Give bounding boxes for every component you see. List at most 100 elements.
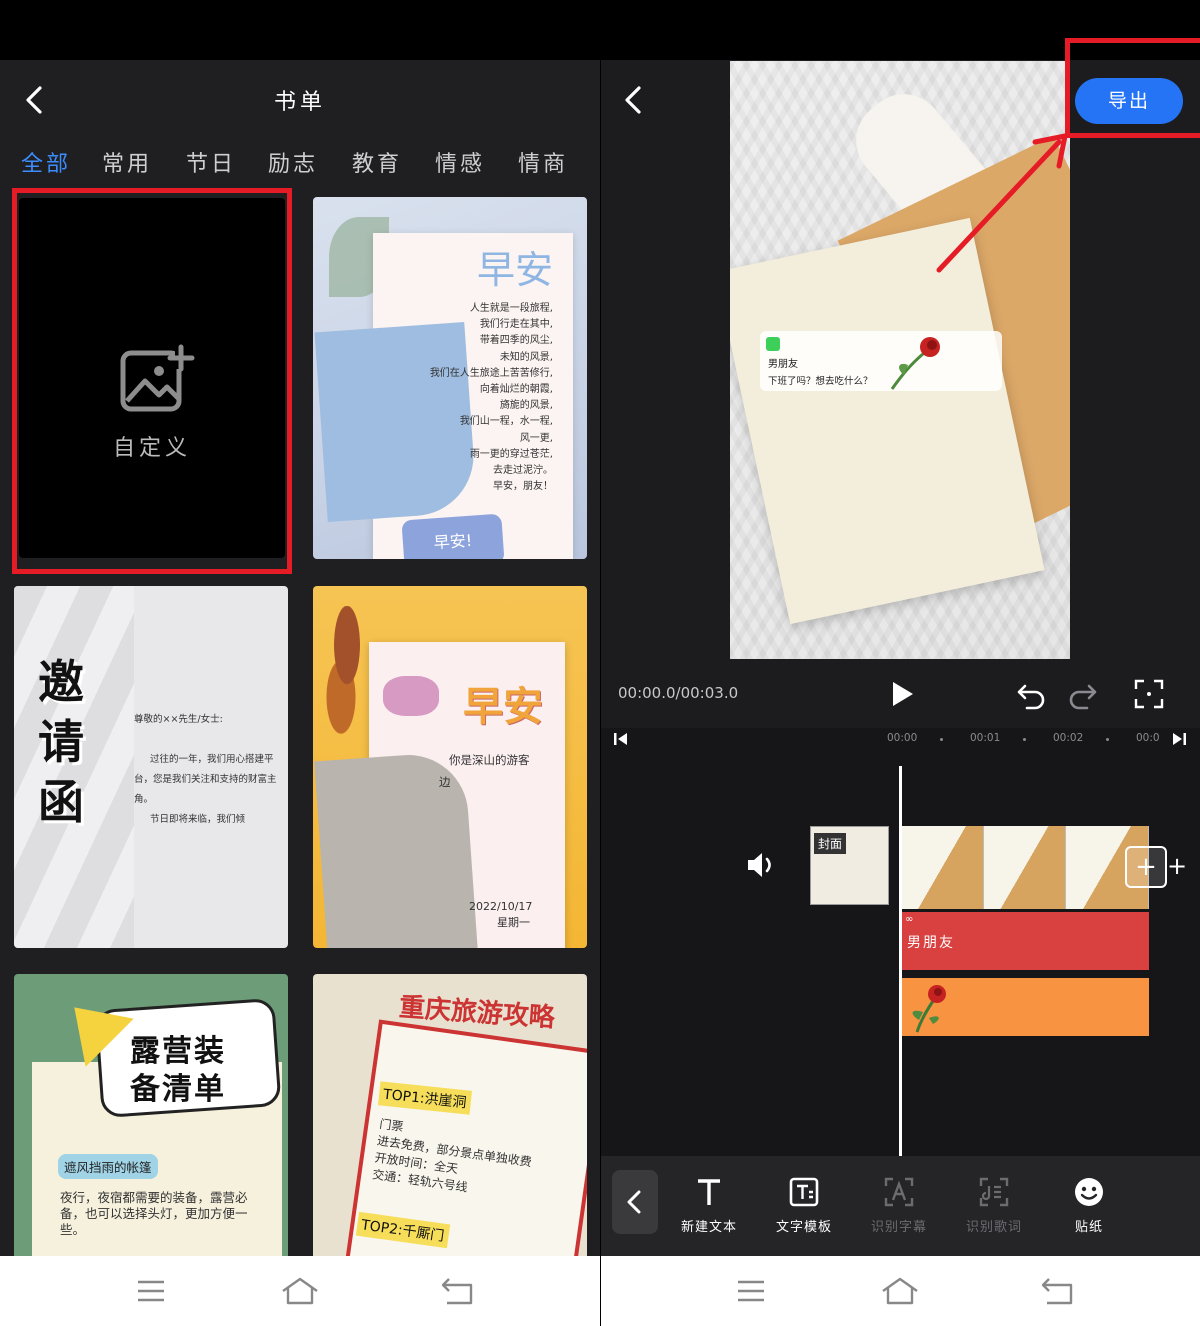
new-text-tool[interactable]: 新建文本 (669, 1176, 749, 1235)
hello-title: 早安 (463, 683, 543, 730)
poem-line: 带着四季的风尘, (479, 335, 553, 347)
recognize-subtitle-tool[interactable]: 识别字幕 (859, 1176, 939, 1235)
fullscreen-icon[interactable] (1133, 678, 1165, 710)
poem-line: 我们在人生旅途上苦苦修行, (429, 367, 553, 379)
ruler-tick: 00:0 (1136, 732, 1160, 744)
message-app-icon (766, 337, 780, 351)
autumn-leaves-decoration (317, 606, 377, 736)
pointer-arrow-icon (936, 133, 1068, 273)
template-grid: 自定义 早安 人生就是一段旅程, 我们行走在其中, 带着四季的风尘, 未知的风景… (0, 186, 600, 1256)
tool-label: 贴纸 (1074, 1220, 1103, 1235)
timeline-panel: 00:00 00:01 00:02 00:0 封面 + + ∞ 男朋友 (601, 728, 1200, 1156)
export-button[interactable]: 导出 (1075, 78, 1183, 124)
text-template-tool[interactable]: 文字模板 (764, 1176, 844, 1235)
invitation-line: 尊敬的××先生/女士: (134, 714, 223, 725)
tab-eq[interactable]: 情商 (518, 146, 568, 178)
camp-title: 备清单 (130, 1072, 226, 1107)
tab-emotion[interactable]: 情感 (435, 146, 485, 178)
bottom-toolbar: 新建文本 文字模板 识别字幕 识别歌词 贴纸 (601, 1156, 1200, 1256)
custom-card-highlight (12, 188, 292, 574)
hello-weekday: 星期一 (497, 916, 530, 929)
ruler-tick: 00:00 (887, 732, 918, 744)
back-nav-icon[interactable] (438, 1274, 478, 1308)
poem-line: 风一更, (519, 432, 553, 444)
link-icon: ∞ (905, 914, 914, 925)
recognize-lyrics-tool[interactable]: 识别歌词 (954, 1176, 1034, 1235)
tab-festival[interactable]: 节日 (186, 146, 236, 178)
cover-label: 封面 (814, 833, 847, 854)
back-arrow-icon[interactable] (617, 82, 653, 118)
tool-label: 新建文本 (680, 1220, 737, 1235)
tab-inspirational[interactable]: 励志 (268, 146, 318, 178)
ruler-dot (1023, 738, 1026, 741)
playback-controls: 00:00.0/00:03.0 (601, 660, 1200, 728)
time-ruler: 00:00 00:01 00:02 00:0 (601, 728, 1200, 750)
ruler-tick: 00:02 (1053, 732, 1084, 744)
sticker-icon (1075, 1178, 1103, 1206)
text-track-label: 男朋友 (907, 935, 955, 951)
poem-line: 未知的风景, (499, 351, 553, 363)
message-text: 下班了吗？想去吃什么？ (768, 376, 873, 387)
ruler-tick: 00:01 (970, 732, 1001, 744)
template-card-morning[interactable]: 早安 人生就是一段旅程, 我们行走在其中, 带着四季的风尘, 未知的风景, 我们… (313, 197, 587, 559)
invitation-line: 角。 (134, 794, 154, 805)
redo-icon[interactable] (1067, 678, 1099, 710)
system-nav-bar (601, 1256, 1200, 1326)
skip-start-icon[interactable] (613, 732, 629, 746)
template-card-travel[interactable]: 重庆旅游攻略 TOP1:洪崖洞 门票 进去免费，部分景点单独收费 开放时间：全天… (313, 974, 587, 1256)
ribbon-bow-decoration (383, 676, 439, 716)
home-icon[interactable] (880, 1274, 920, 1308)
undo-icon[interactable] (1015, 678, 1047, 710)
category-tabs: 全部 常用 节日 励志 教育 情感 情商 (0, 140, 600, 186)
editor-screen: 男朋友 下班了吗？想去吃什么？ 导出 00:00.0/00:03.0 00:00… (601, 0, 1200, 1326)
add-clip-button[interactable]: + (1125, 846, 1167, 888)
envelope-decoration (314, 751, 478, 948)
skip-end-icon[interactable] (1171, 732, 1187, 746)
recognize-subtitle-icon (884, 1177, 914, 1207)
template-card-invitation[interactable]: 邀 请 函 尊敬的××先生/女士: 过往的一年，我们用心搭建平 台，您是我们关注… (14, 586, 288, 948)
volume-icon[interactable] (745, 848, 779, 882)
invitation-title: 邀 请 函 (38, 652, 98, 832)
recognize-lyrics-icon (979, 1177, 1009, 1207)
sticker-tool[interactable]: 贴纸 (1049, 1176, 1129, 1235)
play-icon[interactable] (885, 678, 917, 710)
toolbar-back-button[interactable] (612, 1170, 658, 1234)
rose-sticker-icon (912, 985, 946, 1033)
tab-common[interactable]: 常用 (102, 146, 152, 178)
sticker-track[interactable] (901, 978, 1149, 1036)
rose-sticker-icon (890, 337, 940, 390)
template-list-screen: 书单 全部 常用 节日 励志 教育 情感 情商 自定义 早安 人生就是一段旅程,… (0, 0, 600, 1326)
invitation-line: 过往的一年，我们用心搭建平 (150, 754, 274, 765)
invitation-line: 节日即将来临，我们倾 (150, 814, 246, 825)
page-title: 书单 (273, 90, 326, 115)
morning-badge: 早安! (401, 513, 505, 559)
message-sender: 男朋友 (768, 359, 798, 370)
template-card-camping[interactable]: 露营装 备清单 遮风挡雨的帐篷 夜行，夜宿都需要的装备，露营必备，也可以选择头灯… (14, 974, 288, 1256)
hello-line: 边 (439, 775, 451, 789)
hello-line: 你是深山的游客 (449, 753, 530, 767)
text-template-icon (789, 1177, 819, 1207)
tool-label: 识别字幕 (870, 1220, 927, 1235)
home-icon[interactable] (280, 1274, 320, 1308)
menu-icon[interactable] (731, 1274, 771, 1308)
back-nav-icon[interactable] (1038, 1274, 1078, 1308)
menu-icon[interactable] (131, 1274, 171, 1308)
poem-line: 雨一更的穿过苍茫, (469, 448, 553, 460)
invitation-line: 台，您是我们关注和支持的财富主 (134, 774, 277, 785)
playhead[interactable] (899, 766, 902, 1156)
tab-all[interactable]: 全部 (21, 146, 71, 178)
video-clip[interactable] (901, 826, 1149, 909)
poem-line: 旖旎的风景, (499, 400, 553, 412)
cover-thumbnail[interactable]: 封面 (810, 826, 889, 905)
camp-tag: 遮风挡雨的帐篷 (58, 1154, 158, 1179)
template-card-good-morning[interactable]: 早安 你是深山的游客 边 2022/10/17 星期一 (313, 586, 587, 948)
add-more-icon[interactable]: + (1167, 852, 1187, 880)
tool-label: 识别歌词 (965, 1220, 1022, 1235)
timecode: 00:00.0/00:03.0 (618, 684, 739, 702)
invitation-char: 函 (38, 775, 84, 829)
status-bar (0, 0, 600, 60)
camp-description: 夜行，夜宿都需要的装备，露营必备，也可以选择头灯，更加方便一些。 (60, 1190, 248, 1237)
text-track[interactable]: ∞ 男朋友 (901, 912, 1149, 970)
hello-date: 2022/10/17 (469, 900, 533, 913)
tab-education[interactable]: 教育 (352, 146, 402, 178)
